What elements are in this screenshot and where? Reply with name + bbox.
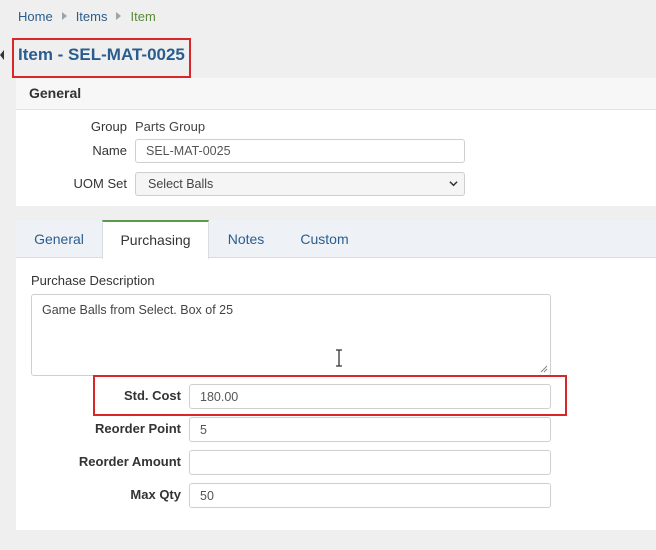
tab-custom[interactable]: Custom — [283, 221, 366, 257]
purchase-description-text: Game Balls from Select. Box of 25 — [42, 303, 234, 317]
breadcrumb-current: Item — [130, 8, 156, 24]
max-qty-input[interactable]: 50 — [189, 483, 551, 508]
chevron-right-icon — [61, 12, 67, 20]
group-value: Parts Group — [135, 119, 206, 134]
title-highlight-box — [12, 38, 191, 78]
purchase-description-label: Purchase Description — [31, 273, 155, 288]
reorder-point-label: Reorder Point — [95, 421, 181, 436]
chevron-right-icon — [116, 12, 122, 20]
collapse-arrow-icon[interactable] — [0, 50, 4, 60]
reorder-amount-label: Reorder Amount — [78, 454, 181, 469]
tab-general[interactable]: General — [16, 221, 102, 257]
purchase-description-textarea[interactable]: Game Balls from Select. Box of 25 — [31, 294, 551, 376]
breadcrumb-home-link[interactable]: Home — [18, 9, 53, 24]
name-input[interactable]: SEL-MAT-0025 — [135, 139, 465, 163]
resize-handle-icon[interactable] — [540, 365, 548, 373]
group-label: Group — [90, 119, 127, 134]
chevron-down-icon — [449, 181, 458, 187]
uom-set-selected: Select Balls — [148, 177, 214, 191]
breadcrumb-items-link[interactable]: Items — [76, 9, 108, 24]
name-label: Name — [92, 143, 127, 158]
tab-notes[interactable]: Notes — [209, 221, 283, 257]
std-cost-highlight-box — [93, 375, 567, 416]
reorder-amount-input[interactable] — [189, 450, 551, 475]
uom-set-label: UOM Set — [73, 176, 127, 191]
text-cursor-icon — [336, 349, 342, 367]
general-panel-header: General — [16, 78, 656, 110]
max-qty-label: Max Qty — [130, 487, 181, 502]
uom-set-select[interactable]: Select Balls — [135, 172, 465, 196]
breadcrumb: Home Items Item — [18, 8, 156, 24]
reorder-point-input[interactable]: 5 — [189, 417, 551, 442]
tab-purchasing[interactable]: Purchasing — [102, 220, 209, 259]
